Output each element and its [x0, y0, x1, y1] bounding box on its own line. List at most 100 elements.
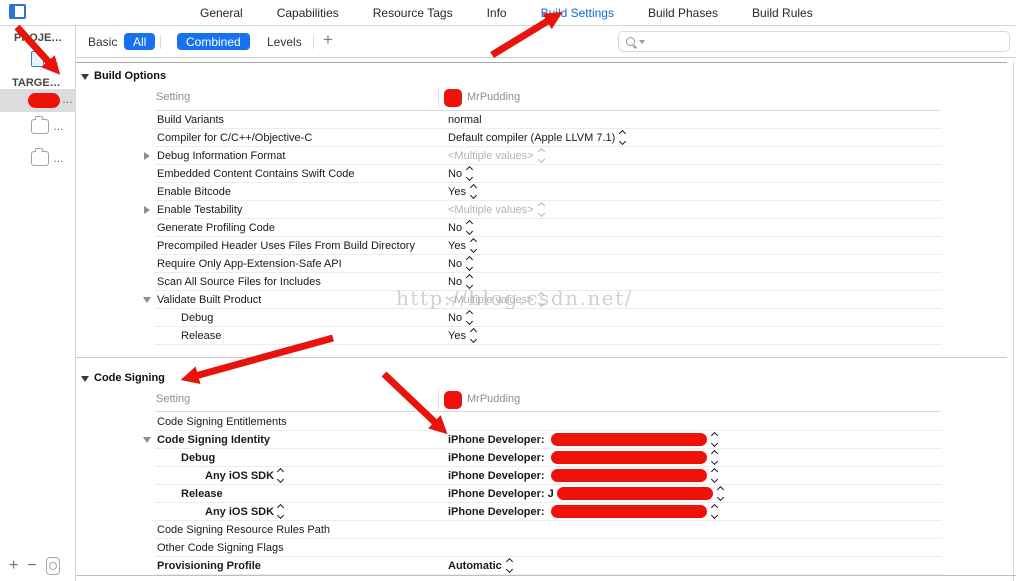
setting-row[interactable]: Generate Profiling Code No [155, 219, 942, 237]
tab-build-phases[interactable]: Build Phases [648, 6, 718, 20]
stepper-icon[interactable] [537, 292, 545, 307]
setting-row[interactable]: Validate Built Product <Multiple values> [143, 291, 942, 309]
setting-row[interactable]: Code Signing Entitlements [155, 413, 942, 431]
setting-row[interactable]: Any iOS SDK iPhone Developer: [155, 467, 942, 485]
setting-value[interactable]: No [448, 309, 474, 326]
tab-general[interactable]: General [200, 6, 243, 20]
scrollbar-track[interactable] [1013, 62, 1014, 581]
target-row[interactable]: … [0, 116, 75, 137]
section-title: Code Signing [94, 372, 165, 384]
bundle-target-icon [31, 116, 49, 134]
setting-row[interactable]: Provisioning Profile Automatic [155, 557, 942, 575]
stepper-icon[interactable] [537, 148, 545, 163]
stepper-icon[interactable] [466, 310, 474, 325]
stepper-icon[interactable] [537, 202, 545, 217]
setting-value[interactable]: Yes [448, 237, 477, 254]
stepper-icon[interactable] [277, 468, 285, 483]
stepper-icon[interactable] [716, 486, 724, 501]
stepper-icon[interactable] [277, 504, 285, 519]
setting-row[interactable]: Any iOS SDK iPhone Developer: [155, 503, 942, 521]
section-header-build-options[interactable]: Build Options [81, 70, 166, 82]
filter-icon[interactable] [45, 557, 60, 575]
stepper-icon[interactable] [466, 166, 474, 181]
stepper-icon[interactable] [466, 274, 474, 289]
disclosure-triangle-icon[interactable] [144, 152, 150, 160]
setting-row[interactable]: Require Only App-Extension-Safe API No [155, 255, 942, 273]
disclosure-triangle-icon[interactable] [143, 297, 151, 303]
setting-row[interactable]: Code Signing Identity iPhone Developer: [143, 431, 942, 449]
project-file-icon [31, 51, 44, 67]
setting-value[interactable]: iPhone Developer: [448, 503, 718, 520]
stepper-icon[interactable] [619, 130, 627, 145]
stepper-icon[interactable] [466, 256, 474, 271]
setting-name: Embedded Content Contains Swift Code [157, 167, 355, 180]
setting-row[interactable]: Embedded Content Contains Swift Code No [155, 165, 942, 183]
setting-value[interactable]: <Multiple values> [448, 147, 545, 164]
selected-target-label: … [62, 94, 73, 106]
setting-value[interactable]: Default compiler (Apple LLVM 7.1) [448, 129, 627, 146]
setting-row[interactable]: Debug Information Format <Multiple value… [144, 147, 942, 165]
disclosure-triangle-icon[interactable] [81, 73, 89, 80]
stepper-icon[interactable] [710, 432, 718, 447]
scope-all[interactable]: All [124, 33, 156, 50]
setting-row[interactable]: Release iPhone Developer: J [155, 485, 942, 503]
selected-target-row[interactable]: … [0, 89, 75, 112]
disclosure-triangle-icon[interactable] [81, 375, 89, 382]
setting-value[interactable]: Yes [448, 327, 477, 344]
setting-value[interactable]: iPhone Developer: [448, 449, 718, 466]
tab-build-rules[interactable]: Build Rules [752, 6, 813, 20]
section-header-code-signing[interactable]: Code Signing [81, 372, 165, 384]
setting-row[interactable]: Build Variants normal [155, 111, 942, 129]
stepper-icon[interactable] [710, 468, 718, 483]
setting-row[interactable]: Debug No [155, 309, 942, 327]
add-target-button[interactable]: + [9, 558, 18, 574]
stepper-icon[interactable] [710, 450, 718, 465]
stepper-icon[interactable] [469, 328, 477, 343]
setting-row[interactable]: Enable Testability <Multiple values> [144, 201, 942, 219]
setting-row[interactable]: Release Yes [155, 327, 942, 345]
divider [313, 35, 314, 49]
divider [160, 35, 161, 49]
scope-levels[interactable]: Levels [267, 35, 302, 49]
tab-build-settings[interactable]: Build Settings [541, 6, 614, 20]
stepper-icon[interactable] [469, 184, 477, 199]
setting-value[interactable]: No [448, 219, 474, 236]
redacted-identity [550, 451, 707, 464]
setting-row[interactable]: Compiler for C/C++/Objective-C Default c… [155, 129, 942, 147]
setting-value[interactable]: <Multiple values> [448, 291, 545, 308]
scope-basic[interactable]: Basic [88, 35, 117, 49]
setting-row[interactable]: Precompiled Header Uses Files From Build… [155, 237, 942, 255]
setting-name: Release [181, 329, 222, 342]
stepper-icon[interactable] [466, 220, 474, 235]
setting-value[interactable]: iPhone Developer: [448, 431, 718, 448]
setting-value[interactable]: <Multiple values> [448, 201, 545, 218]
setting-row[interactable]: Enable Bitcode Yes [155, 183, 942, 201]
tab-info[interactable]: Info [487, 6, 507, 20]
setting-value[interactable]: Yes [448, 183, 477, 200]
disclosure-triangle-icon[interactable] [143, 437, 151, 443]
stepper-icon[interactable] [710, 504, 718, 519]
disclosure-triangle-icon[interactable] [144, 206, 150, 214]
setting-row[interactable]: Code Signing Resource Rules Path [155, 521, 942, 539]
setting-value[interactable]: No [448, 255, 474, 272]
setting-value[interactable]: iPhone Developer: [448, 467, 718, 484]
tab-resource-tags[interactable]: Resource Tags [373, 6, 453, 20]
setting-row[interactable]: Debug iPhone Developer: [155, 449, 942, 467]
setting-value[interactable]: Automatic [448, 557, 513, 574]
setting-value[interactable]: No [448, 165, 474, 182]
navigator-toggle-icon[interactable] [9, 4, 26, 19]
remove-target-button[interactable]: − [27, 558, 36, 574]
search-field[interactable] [618, 31, 1010, 52]
target-row[interactable]: … [0, 148, 75, 169]
scope-combined[interactable]: Combined [177, 33, 250, 50]
project-item[interactable]: … [48, 55, 59, 67]
add-build-setting-button[interactable]: + [323, 30, 333, 50]
redacted-identity [556, 487, 713, 500]
stepper-icon[interactable] [505, 558, 513, 573]
setting-row[interactable]: Scan All Source Files for Includes No [155, 273, 942, 291]
setting-value[interactable]: No [448, 273, 474, 290]
setting-row[interactable]: Other Code Signing Flags [155, 539, 942, 557]
setting-value[interactable]: iPhone Developer: J [448, 485, 724, 502]
stepper-icon[interactable] [469, 238, 477, 253]
tab-capabilities[interactable]: Capabilities [277, 6, 339, 20]
